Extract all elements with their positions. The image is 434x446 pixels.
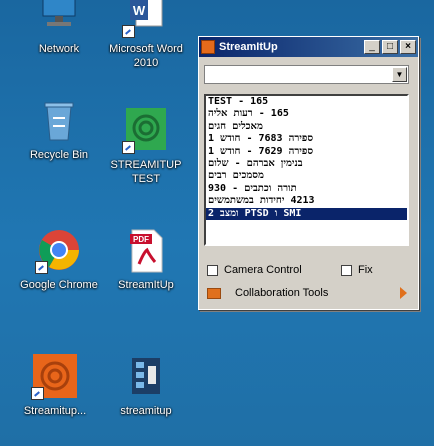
session-list[interactable]: TEST - 165 165 - רעות אליה מאכלים חגים ס… <box>204 94 409 246</box>
list-item[interactable]: מאכלים חגים <box>206 121 407 133</box>
list-item-selected[interactable]: SMI ו PTSD ומצב 2 <box>206 207 407 221</box>
network-icon <box>35 0 83 38</box>
list-item[interactable]: ספירה 7683 - חודש 1 <box>206 133 407 145</box>
svg-text:W: W <box>133 3 146 18</box>
desktop-icon-streamitup-shortcut[interactable]: Streamitup... <box>12 352 98 418</box>
expand-arrow-icon[interactable] <box>400 287 407 299</box>
list-item[interactable]: 4213 יחידות במשתמשים <box>206 195 407 207</box>
list-item[interactable]: 165 - רעות אליה <box>206 108 407 120</box>
chrome-icon <box>35 226 83 274</box>
desktop-icon-network[interactable]: Network <box>16 0 102 56</box>
list-item[interactable]: בנימין אברהם - שלום <box>206 158 407 170</box>
window-titlebar[interactable]: StreamItUp _ □ × <box>199 37 418 57</box>
minimize-button[interactable]: _ <box>364 40 380 54</box>
streamitup-app-icon <box>201 40 215 54</box>
list-item[interactable]: מסמכים רבים <box>206 170 407 182</box>
desktop-icon-label: Network <box>38 43 80 55</box>
desktop-icon-streamitup-pdf[interactable]: PDF StreamItUp <box>103 226 189 292</box>
desktop-icon-label: Microsoft Word 2010 <box>109 43 183 69</box>
collaboration-tools-label: Collaboration Tools <box>235 287 329 299</box>
recycle-bin-icon <box>35 96 83 144</box>
desktop-icon-recycle-bin[interactable]: Recycle Bin <box>16 96 102 162</box>
desktop-icon-label: streamitup <box>120 405 172 417</box>
installer-icon <box>122 352 170 400</box>
maximize-button[interactable]: □ <box>382 40 398 54</box>
pdf-icon: PDF <box>122 226 170 274</box>
camera-control-label: Camera Control <box>224 264 302 276</box>
camera-control-checkbox[interactable]: Camera Control <box>207 264 302 276</box>
svg-text:PDF: PDF <box>133 235 149 244</box>
shortcut-arrow-icon <box>31 387 44 400</box>
streamitup-window: StreamItUp _ □ × ▼ TEST - 165 165 - רעות… <box>198 36 419 310</box>
desktop-icon-streamitup-test[interactable]: STREAMITUP TEST <box>103 106 189 186</box>
shortcut-arrow-icon <box>35 261 48 274</box>
streamitup-green-icon <box>122 106 170 154</box>
desktop-icon-label: Streamitup... <box>23 405 87 417</box>
collaboration-icon <box>207 287 221 299</box>
window-title: StreamItUp <box>219 41 278 53</box>
desktop-icon-streamitup-folder[interactable]: streamitup <box>103 352 189 418</box>
chevron-down-icon[interactable]: ▼ <box>392 67 407 82</box>
word-icon: W <box>122 0 170 38</box>
checkbox-box[interactable] <box>207 264 218 276</box>
collaboration-tools-toggle[interactable]: Collaboration Tools <box>207 285 407 301</box>
streamitup-orange-icon <box>31 352 79 400</box>
list-item[interactable]: TEST - 165 <box>206 96 407 108</box>
shortcut-arrow-icon <box>122 25 135 38</box>
fix-checkbox[interactable]: Fix <box>341 264 373 276</box>
desktop-icon-label: STREAMITUP TEST <box>110 159 182 185</box>
list-item[interactable]: תורה וכתבים - 930 <box>206 183 407 195</box>
desktop-icon-label: Google Chrome <box>20 279 98 291</box>
fix-label: Fix <box>358 264 373 276</box>
desktop-icon-word[interactable]: W Microsoft Word 2010 <box>103 0 189 70</box>
desktop-icon-label: Recycle Bin <box>29 149 89 161</box>
shortcut-arrow-icon <box>122 141 135 154</box>
stream-select-dropdown[interactable]: ▼ <box>204 65 409 84</box>
desktop-icon-label: StreamItUp <box>118 279 174 291</box>
checkbox-box[interactable] <box>341 264 352 276</box>
desktop-icon-chrome[interactable]: Google Chrome <box>16 226 102 292</box>
list-item[interactable]: ספירה 7629 - חודש 1 <box>206 146 407 158</box>
close-button[interactable]: × <box>400 40 416 54</box>
